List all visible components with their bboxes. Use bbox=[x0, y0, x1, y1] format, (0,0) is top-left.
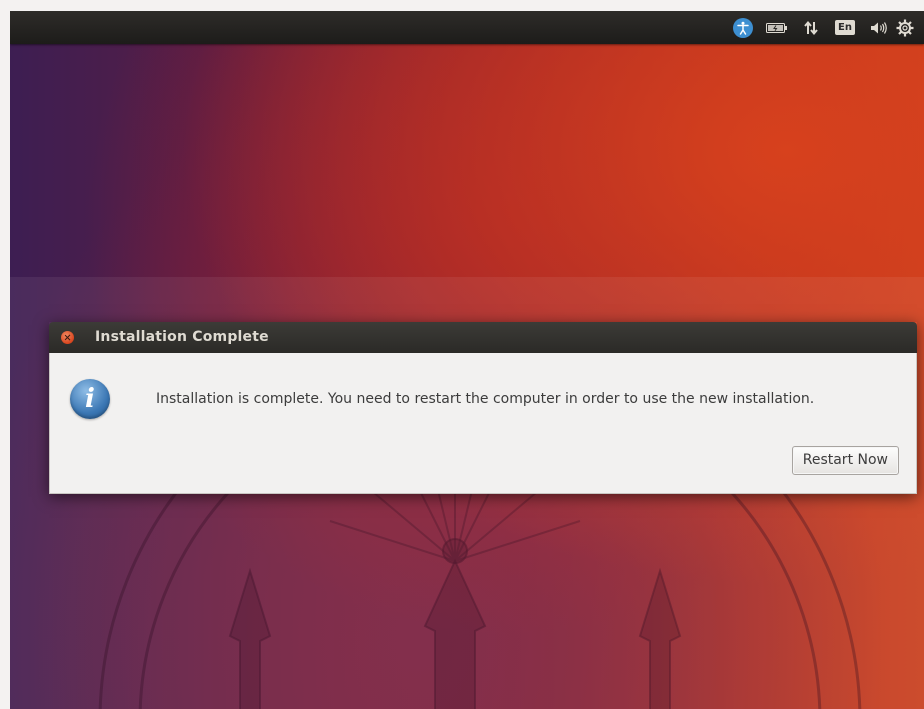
network-arrows-icon bbox=[804, 20, 818, 35]
accessibility-indicator[interactable] bbox=[726, 11, 760, 44]
accessibility-icon bbox=[733, 17, 753, 38]
desktop: En Installation Complete i Installation … bbox=[10, 11, 924, 709]
battery-indicator[interactable] bbox=[760, 11, 794, 44]
dialog-body: i Installation is complete. You need to … bbox=[49, 353, 917, 494]
close-icon[interactable] bbox=[61, 331, 74, 344]
volume-icon bbox=[871, 21, 887, 34]
system-menu-indicator[interactable] bbox=[896, 11, 924, 44]
installation-complete-dialog: Installation Complete i Installation is … bbox=[49, 322, 917, 494]
volume-indicator[interactable] bbox=[862, 11, 896, 44]
restart-now-button[interactable]: Restart Now bbox=[791, 446, 899, 475]
top-panel: En bbox=[10, 11, 924, 44]
keyboard-layout-indicator[interactable]: En bbox=[828, 11, 862, 44]
gear-icon bbox=[896, 19, 914, 36]
indicator-area: En bbox=[726, 11, 924, 44]
info-icon: i bbox=[70, 379, 110, 419]
dialog-message: Installation is complete. You need to re… bbox=[156, 391, 815, 407]
keyboard-layout-icon: En bbox=[835, 20, 855, 35]
network-indicator[interactable] bbox=[794, 11, 828, 44]
battery-icon bbox=[766, 22, 787, 33]
dialog-title: Installation Complete bbox=[95, 329, 269, 345]
dialog-titlebar[interactable]: Installation Complete bbox=[49, 322, 917, 353]
